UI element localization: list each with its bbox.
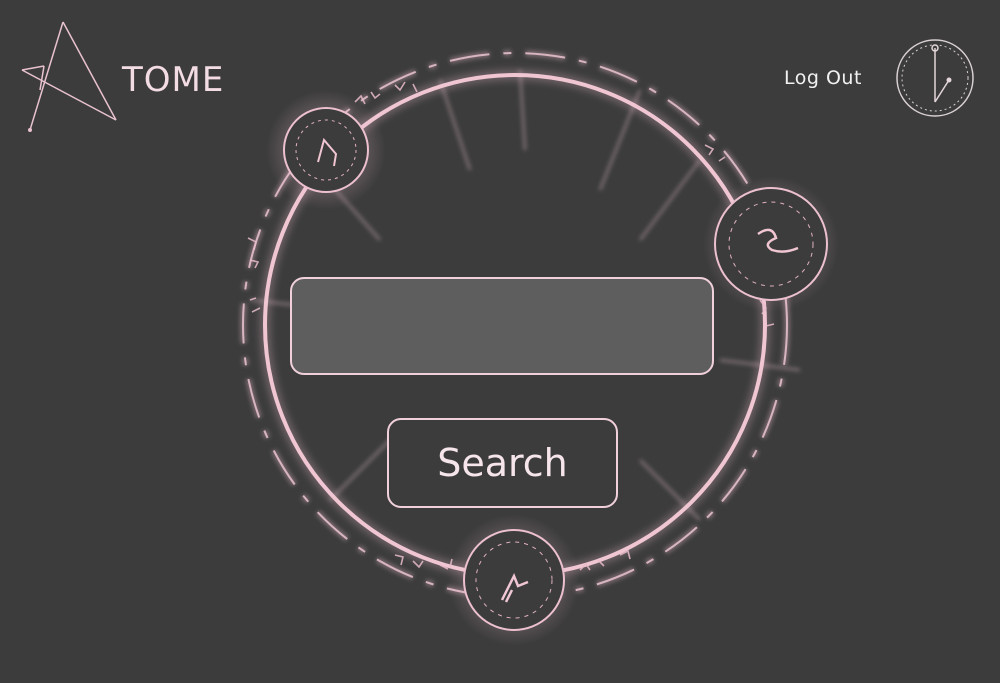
- app-logo[interactable]: TOME: [18, 20, 228, 140]
- brand-title: TOME: [122, 60, 225, 100]
- logout-link[interactable]: Log Out: [784, 67, 862, 89]
- triangle-logo-icon: [21, 21, 117, 132]
- search-page: TOME Log Out Search: [0, 0, 1000, 683]
- search-button[interactable]: Search: [387, 418, 618, 508]
- search-input[interactable]: [290, 277, 714, 375]
- clock-sigil-icon[interactable]: [893, 36, 977, 120]
